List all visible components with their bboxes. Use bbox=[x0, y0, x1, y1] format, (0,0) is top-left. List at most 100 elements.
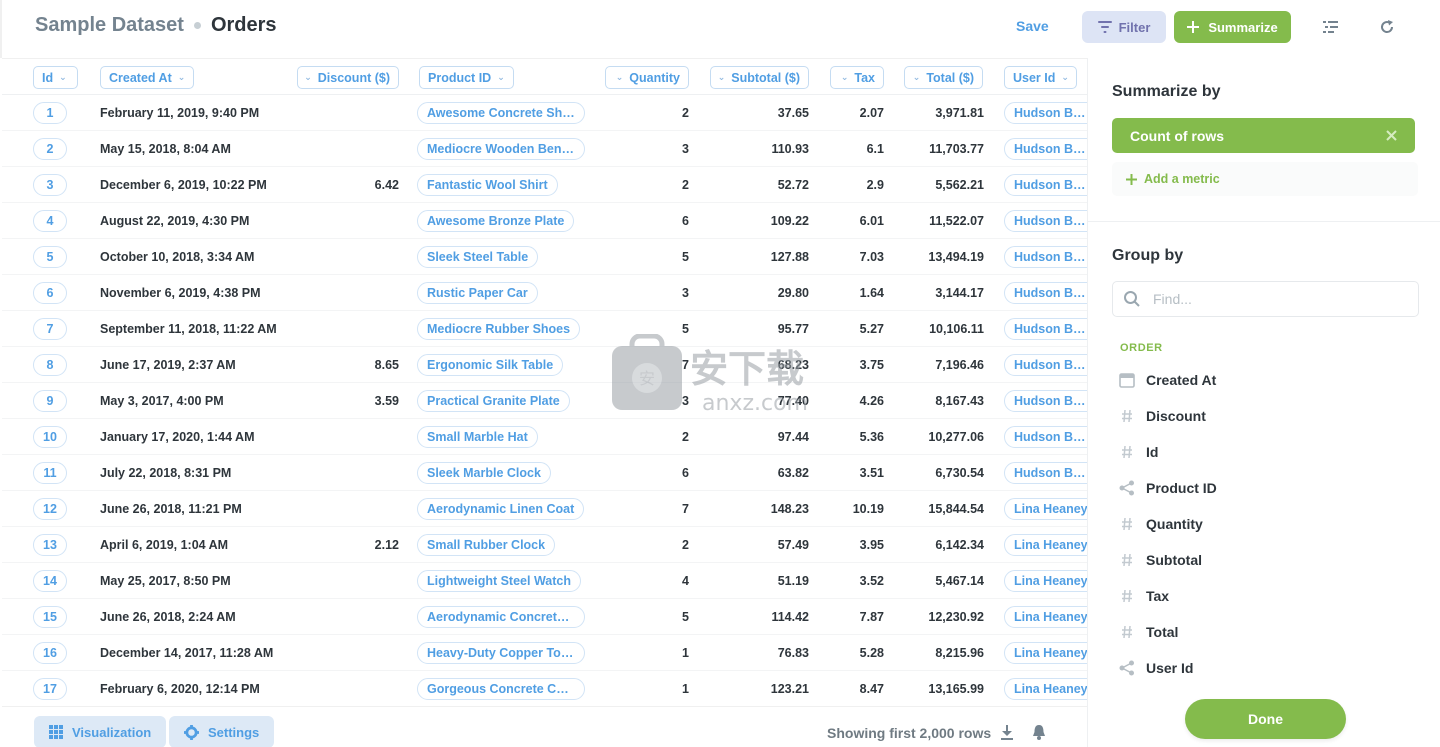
user-id-cell[interactable]: Hudson Borer bbox=[1004, 282, 1087, 304]
total-cell: 13,165.99 bbox=[928, 682, 984, 696]
column-header-total[interactable]: ⌄ Total ($) bbox=[904, 66, 983, 89]
total-cell: 11,703.77 bbox=[929, 142, 984, 156]
product-id-cell[interactable]: Small Marble Hat bbox=[417, 426, 538, 448]
product-id-cell[interactable]: Sleek Marble Clock bbox=[417, 462, 551, 484]
dimension-item[interactable]: Id bbox=[1118, 439, 1418, 465]
id-cell[interactable]: 8 bbox=[33, 354, 67, 376]
column-header-label: Tax bbox=[854, 70, 875, 85]
close-icon[interactable] bbox=[1386, 130, 1397, 141]
dimension-item[interactable]: Total bbox=[1118, 619, 1418, 645]
user-id-cell[interactable]: Hudson Borer bbox=[1004, 462, 1087, 484]
connection-icon bbox=[1118, 659, 1136, 677]
filter-button[interactable]: Filter bbox=[1082, 11, 1166, 43]
user-id-cell[interactable]: Lina Heaney bbox=[1004, 678, 1087, 700]
user-id-cell[interactable]: Hudson Borer bbox=[1004, 138, 1087, 160]
metric-count-of-rows[interactable]: Count of rows bbox=[1112, 118, 1415, 153]
breadcrumb-database[interactable]: Sample Dataset bbox=[35, 14, 184, 37]
id-cell[interactable]: 5 bbox=[33, 246, 67, 268]
user-id-cell[interactable]: Hudson Borer bbox=[1004, 318, 1087, 340]
done-button[interactable]: Done bbox=[1185, 699, 1346, 739]
dimension-item[interactable]: User Id bbox=[1118, 655, 1418, 681]
id-cell[interactable]: 3 bbox=[33, 174, 67, 196]
id-cell[interactable]: 15 bbox=[33, 606, 67, 628]
id-cell[interactable]: 14 bbox=[33, 570, 67, 592]
id-cell[interactable]: 13 bbox=[33, 534, 67, 556]
user-id-cell[interactable]: Lina Heaney bbox=[1004, 498, 1087, 520]
product-id-cell[interactable]: Lightweight Steel Watch bbox=[417, 570, 581, 592]
user-id-cell[interactable]: Hudson Borer bbox=[1004, 426, 1087, 448]
user-id-cell[interactable]: Lina Heaney bbox=[1004, 534, 1087, 556]
created-at-cell: June 26, 2018, 11:21 PM bbox=[100, 502, 242, 516]
refresh-icon[interactable] bbox=[1378, 18, 1396, 36]
column-header-created-at[interactable]: Created At ⌄ bbox=[100, 66, 194, 89]
user-id-cell[interactable]: Hudson Borer bbox=[1004, 102, 1087, 124]
product-id-cell[interactable]: Small Rubber Clock bbox=[417, 534, 556, 556]
product-id-cell[interactable]: Awesome Concrete Shoes bbox=[417, 102, 585, 124]
user-id-cell[interactable]: Hudson Borer bbox=[1004, 354, 1087, 376]
column-header-tax[interactable]: ⌄ Tax bbox=[830, 66, 884, 89]
dimension-label: Id bbox=[1146, 444, 1159, 460]
add-metric-button[interactable]: Add a metric bbox=[1112, 162, 1418, 196]
product-id-cell[interactable]: Aerodynamic Concrete ... bbox=[417, 606, 585, 628]
id-cell[interactable]: 17 bbox=[33, 678, 67, 700]
id-cell[interactable]: 2 bbox=[33, 138, 67, 160]
quantity-cell: 3 bbox=[682, 394, 689, 408]
bell-icon[interactable] bbox=[1031, 724, 1047, 740]
user-id-cell[interactable]: Lina Heaney bbox=[1004, 606, 1087, 628]
total-cell: 6,730.54 bbox=[935, 466, 984, 480]
dimension-item[interactable]: Quantity bbox=[1118, 511, 1418, 537]
product-id-cell[interactable]: Gorgeous Concrete Chair bbox=[417, 678, 585, 700]
user-id-cell[interactable]: Hudson Borer bbox=[1004, 210, 1087, 232]
id-cell[interactable]: 1 bbox=[33, 102, 67, 124]
id-cell[interactable]: 4 bbox=[33, 210, 67, 232]
column-header-discount[interactable]: ⌄ Discount ($) bbox=[297, 66, 399, 89]
user-id-cell[interactable]: Hudson Borer bbox=[1004, 174, 1087, 196]
product-id-cell[interactable]: Aerodynamic Linen Coat bbox=[417, 498, 585, 520]
dimension-item[interactable]: Product ID bbox=[1118, 475, 1418, 501]
product-id-cell[interactable]: Heavy-Duty Copper Tou... bbox=[417, 642, 585, 664]
product-id-cell[interactable]: Mediocre Rubber Shoes bbox=[417, 318, 581, 340]
id-cell[interactable]: 7 bbox=[33, 318, 67, 340]
chevron-down-icon: ⌄ bbox=[717, 72, 726, 82]
id-cell[interactable]: 6 bbox=[33, 282, 67, 304]
column-header-user-id[interactable]: User Id ⌄ bbox=[1004, 66, 1077, 89]
product-id-cell[interactable]: Mediocre Wooden Bench bbox=[417, 138, 585, 160]
total-cell: 3,144.17 bbox=[935, 286, 984, 300]
product-id-cell[interactable]: Awesome Bronze Plate bbox=[417, 210, 575, 232]
notebook-editor-icon[interactable] bbox=[1322, 18, 1340, 36]
product-id-cell[interactable]: Ergonomic Silk Table bbox=[417, 354, 564, 376]
user-id-cell[interactable]: Lina Heaney bbox=[1004, 642, 1087, 664]
column-header-product-id[interactable]: Product ID ⌄ bbox=[419, 66, 514, 89]
product-id-cell[interactable]: Rustic Paper Car bbox=[417, 282, 538, 304]
id-cell[interactable]: 12 bbox=[33, 498, 67, 520]
save-button[interactable]: Save bbox=[1016, 18, 1049, 34]
dimension-label: Subtotal bbox=[1146, 552, 1202, 568]
column-header-quantity[interactable]: ⌄ Quantity bbox=[605, 66, 689, 89]
column-header-subtotal[interactable]: ⌄ Subtotal ($) bbox=[710, 66, 809, 89]
summarize-button[interactable]: Summarize bbox=[1174, 11, 1291, 43]
user-id-cell[interactable]: Lina Heaney bbox=[1004, 570, 1087, 592]
product-id-cell[interactable]: Practical Granite Plate bbox=[417, 390, 570, 412]
id-cell[interactable]: 9 bbox=[33, 390, 67, 412]
product-id-cell[interactable]: Sleek Steel Table bbox=[417, 246, 539, 268]
tax-cell: 3.51 bbox=[859, 466, 884, 480]
table-row: 7 September 11, 2018, 11:22 AM Mediocre Ru… bbox=[2, 311, 1087, 347]
id-cell[interactable]: 11 bbox=[33, 462, 67, 484]
visualization-button[interactable]: Visualization bbox=[34, 716, 167, 747]
breadcrumb-table[interactable]: Orders bbox=[211, 14, 277, 37]
id-cell[interactable]: 10 bbox=[33, 426, 67, 448]
created-at-cell: February 6, 2020, 12:14 PM bbox=[100, 682, 260, 696]
download-icon[interactable] bbox=[999, 724, 1015, 740]
id-cell[interactable]: 16 bbox=[33, 642, 67, 664]
column-header-id[interactable]: Id ⌄ bbox=[33, 66, 78, 89]
dimension-item[interactable]: Tax bbox=[1118, 583, 1418, 609]
dimension-item[interactable]: Discount bbox=[1118, 403, 1418, 429]
dimension-item[interactable]: Created At bbox=[1118, 367, 1418, 393]
user-id-cell[interactable]: Hudson Borer bbox=[1004, 246, 1087, 268]
settings-button[interactable]: Settings bbox=[169, 716, 275, 747]
search-input[interactable] bbox=[1153, 291, 1393, 307]
product-id-cell[interactable]: Fantastic Wool Shirt bbox=[417, 174, 558, 196]
dimension-item[interactable]: Subtotal bbox=[1118, 547, 1418, 573]
table-row: 16 December 14, 2017, 11:28 AM Heavy-Duty … bbox=[2, 635, 1087, 671]
user-id-cell[interactable]: Hudson Borer bbox=[1004, 390, 1087, 412]
